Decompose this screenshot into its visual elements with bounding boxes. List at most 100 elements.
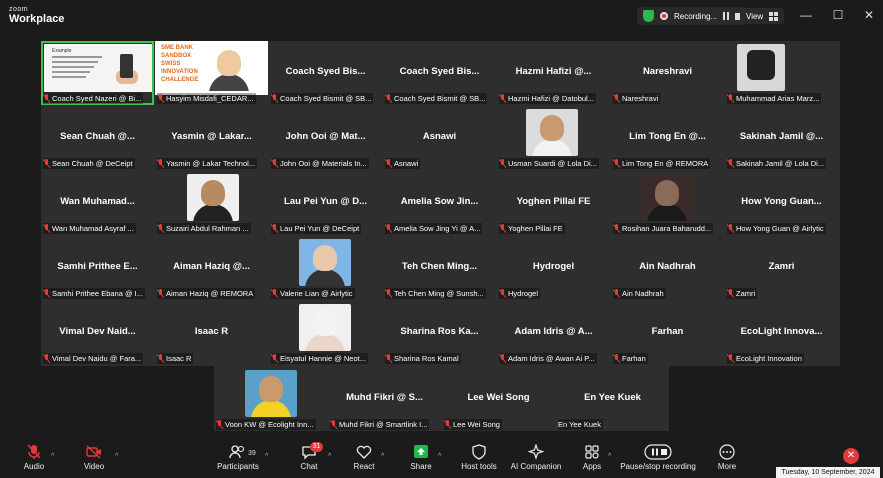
participant-name-label: Amelia Sow Jing Yi @ A...	[385, 223, 483, 234]
participant-tile[interactable]: Lee Wei Song Lee Wei Song	[442, 367, 555, 431]
share-button[interactable]: Share	[407, 444, 435, 471]
share-options-chevron-icon[interactable]: ^	[438, 453, 441, 460]
participant-tile[interactable]: Aiman Haziq @... Aiman Haziq @ REMORA	[155, 236, 268, 300]
participant-name-text: Coach Syed Nazeri @ Bi...	[52, 94, 142, 103]
participant-display-name: Wan Muhamad...	[60, 196, 135, 207]
video-options-chevron-icon[interactable]: ^	[115, 453, 118, 460]
recording-status[interactable]: Recording...	[637, 7, 749, 25]
ai-companion-button[interactable]: AI Companion	[508, 443, 564, 471]
participant-tile[interactable]: SME BANK SANDBOX SWISS INNOVATION CHALLENGE H…	[155, 41, 268, 105]
participant-tile[interactable]: Muhd Fikri @ S... Muhd Fikri @ Smartlink …	[328, 367, 441, 431]
participant-tile[interactable]: Rosihan Juara Baharudd...	[611, 171, 724, 235]
participant-tile[interactable]: EcoLight Innova... EcoLight Innovation	[725, 301, 838, 365]
participant-name-text: Hasyim Misdafi_CEDAR...	[166, 94, 254, 103]
participant-tile[interactable]: Valerie Lian @ Airlytic	[269, 236, 382, 300]
chat-options-chevron-icon[interactable]: ^	[328, 453, 331, 460]
muted-mic-icon	[43, 94, 50, 103]
audio-button[interactable]: Audio	[20, 444, 48, 471]
camera-off-icon	[85, 444, 103, 460]
participant-tile[interactable]: Farhan Farhan	[611, 301, 724, 365]
profile-picture	[737, 44, 785, 91]
participant-tile[interactable]: Ain Nadhrah Ain Nadhrah	[611, 236, 724, 300]
participant-tile[interactable]: Sakinah Jamil @... Sakinah Jamil @ Lola D…	[725, 106, 838, 170]
participant-tile[interactable]: Adam Idris @ A... Adam Idris @ Awan Ai P.…	[497, 301, 610, 365]
participant-tile[interactable]: Samhi Prithee E... Samhi Prithee Ebana @ …	[41, 236, 154, 300]
participant-tile[interactable]: Yoghen Pillai FE Yoghen Pillai FE	[497, 171, 610, 235]
muted-mic-icon	[727, 94, 734, 103]
muted-mic-icon	[613, 94, 620, 103]
ai-companion-label: AI Companion	[510, 462, 562, 471]
participant-tile[interactable]: Zamri Zamri	[725, 236, 838, 300]
participants-button[interactable]: Participants	[216, 444, 260, 471]
participant-tile[interactable]: Coach Syed Bis... Coach Syed Bismit @ SB.…	[269, 41, 382, 105]
video-button[interactable]: Video	[80, 444, 108, 471]
participant-tile[interactable]: Isaac R Isaac R	[155, 301, 268, 365]
muted-mic-icon	[271, 159, 278, 168]
participant-tile[interactable]: Coach Syed Bis... Coach Syed Bismit @ SB.…	[383, 41, 496, 105]
muted-mic-icon	[727, 224, 734, 233]
participant-display-name: Lee Wei Song	[467, 392, 530, 403]
participant-tile[interactable]: Yasmin @ Lakar... Yasmin @ Lakar Technol.…	[155, 106, 268, 170]
participant-name-text: John Ooi @ Materials In...	[280, 159, 367, 168]
participant-name-text: Amelia Sow Jing Yi @ A...	[394, 224, 481, 233]
participant-tile[interactable]: Example Coach Syed Nazeri @ Bi...	[41, 41, 154, 105]
participant-tile[interactable]: Sean Chuah @... Sean Chuah @ DeCeipt	[41, 106, 154, 170]
participant-tile[interactable]: Teh Chen Ming... Teh Chen Ming @ Sunsh...	[383, 236, 496, 300]
participant-tile[interactable]: Suzairi Abdul Rahman ...	[155, 171, 268, 235]
participant-tile[interactable]: Muhammad Arias Marz...	[725, 41, 838, 105]
react-button[interactable]: React	[350, 444, 378, 471]
brand-small: zoom	[9, 6, 29, 13]
heart-icon	[355, 444, 373, 460]
participant-display-name: Coach Syed Bis...	[285, 66, 366, 77]
host-shield-icon	[470, 444, 488, 460]
host-tools-button[interactable]: Host tools	[458, 444, 500, 471]
participant-tile[interactable]: Wan Muhamad... Wan Muhamad Asyraf ...	[41, 171, 154, 235]
participant-tile[interactable]: How Yong Guan... How Yong Guan @ Airlytic	[725, 171, 838, 235]
participant-tile[interactable]: Vimal Dev Naid... Vimal Dev Naidu @ Fara.…	[41, 301, 154, 365]
meeting-toolbar: Audio ^ Video ^ Participants 39 ^ 31 Cha…	[0, 441, 883, 478]
close-window-button[interactable]: ✕	[862, 8, 876, 22]
participant-display-name: Adam Idris @ A...	[514, 326, 593, 337]
audio-options-chevron-icon[interactable]: ^	[51, 453, 54, 460]
participant-tile[interactable]: Sharina Ros Ka... Sharina Ros Kamal	[383, 301, 496, 365]
participant-tile[interactable]: En Yee Kuek En Yee Kuek	[556, 367, 669, 431]
participant-name-text: Coach Syed Bismit @ SB...	[394, 94, 486, 103]
apps-button[interactable]: Apps	[578, 444, 606, 471]
participant-name-label: En Yee Kuek	[558, 419, 603, 430]
participant-tile[interactable]: Amelia Sow Jin... Amelia Sow Jing Yi @ A.…	[383, 171, 496, 235]
participant-display-name: John Ooi @ Mat...	[285, 131, 366, 142]
participant-tile[interactable]: Nareshravi Nareshravi	[611, 41, 724, 105]
view-button[interactable]: View	[740, 8, 785, 24]
participant-tile[interactable]: Hazmi Hafizi @... Hazmi Hafizi @ Datobul.…	[497, 41, 610, 105]
participant-display-name: Amelia Sow Jin...	[400, 196, 479, 207]
chat-button[interactable]: 31 Chat	[294, 442, 324, 471]
participant-name-label: Sean Chuah @ DeCeipt	[43, 158, 135, 169]
participant-tile[interactable]: Eisyatul Hannie @ Neot...	[269, 301, 382, 365]
minimize-button[interactable]: —	[799, 8, 813, 22]
end-meeting-button[interactable]: ✕	[843, 448, 859, 464]
participant-video	[641, 174, 693, 221]
video-label: Video	[83, 462, 105, 471]
participant-tile[interactable]: Usman Suardi @ Lola Di...	[497, 106, 610, 170]
pause-stop-recording-button[interactable]: Pause/stop recording	[620, 444, 696, 471]
participant-name-label: Lim Tong En @ REMORA	[613, 158, 711, 169]
participant-body	[193, 204, 233, 221]
participant-video	[299, 304, 351, 351]
participant-tile[interactable]: Lim Tong En @... Lim Tong En @ REMORA	[611, 106, 724, 170]
participants-options-chevron-icon[interactable]: ^	[265, 453, 268, 460]
react-options-chevron-icon[interactable]: ^	[381, 453, 384, 460]
maximize-button[interactable]: ☐	[831, 8, 845, 22]
muted-mic-icon	[330, 420, 337, 429]
participant-tile[interactable]: Asnawi Asnawi	[383, 106, 496, 170]
more-button[interactable]: More	[713, 444, 741, 471]
apps-options-chevron-icon[interactable]: ^	[608, 453, 611, 460]
participant-name-label: Usman Suardi @ Lola Di...	[499, 158, 599, 169]
pause-icon[interactable]	[723, 12, 730, 20]
participant-tile[interactable]: John Ooi @ Mat... John Ooi @ Materials In…	[269, 106, 382, 170]
participant-name-label: Muhd Fikri @ Smartlink I...	[330, 419, 430, 430]
participant-tile[interactable]: Voon KW @ Ecolight Inn...	[214, 367, 327, 431]
participant-tile[interactable]: Hydrogel Hydrogel	[497, 236, 610, 300]
participant-name-label: Voon KW @ Ecolight Inn...	[216, 419, 316, 430]
participant-name-text: Asnawi	[394, 159, 419, 168]
participant-tile[interactable]: Lau Pei Yun @ D... Lau Pei Yun @ DeCeipt	[269, 171, 382, 235]
